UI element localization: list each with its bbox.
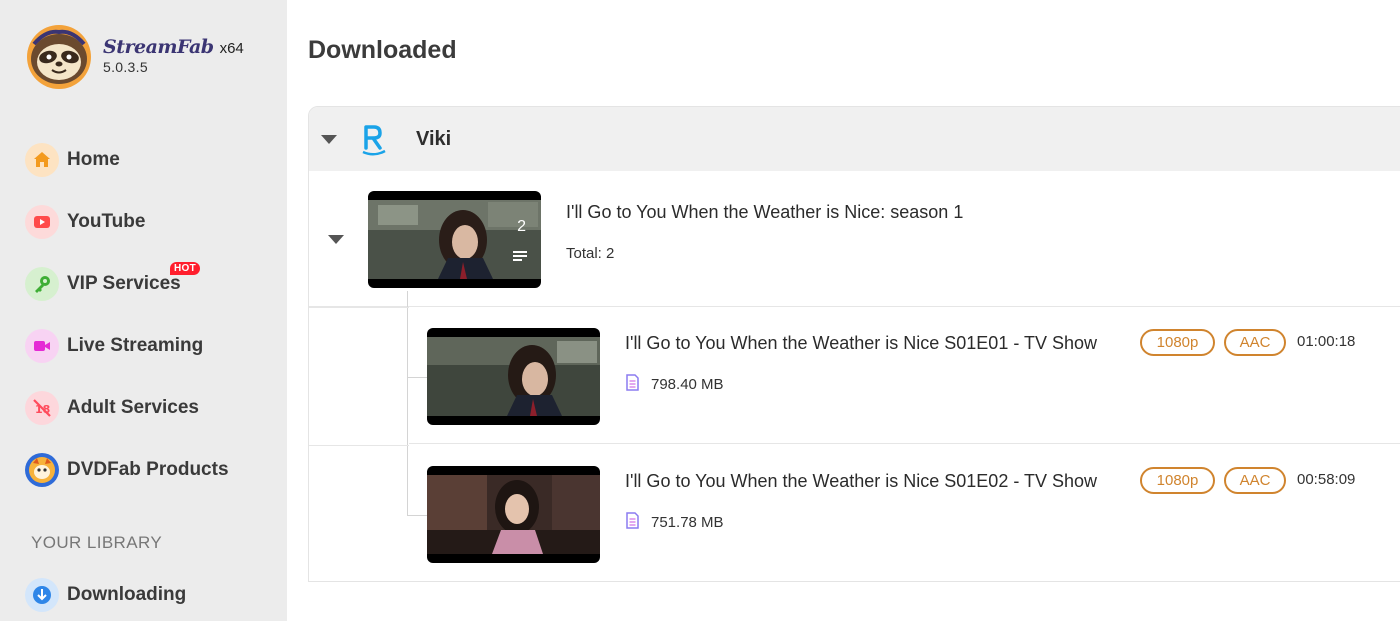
sidebar-item-label: YouTube (67, 211, 146, 232)
season-thumbnail[interactable]: 2 (368, 191, 541, 288)
key-icon (25, 267, 59, 301)
youtube-icon (25, 205, 59, 239)
sidebar: StreamFab x64 5.0.3.5 Home YouTube VIP S… (0, 0, 287, 621)
sidebar-item-adult-services[interactable]: 18 Adult Services (25, 388, 265, 428)
episode-row[interactable]: I'll Go to You When the Weather is Nice … (409, 307, 1400, 444)
episode-duration: 00:58:09 (1297, 471, 1356, 488)
hot-badge: HOT (170, 262, 201, 275)
page-title: Downloaded (308, 36, 457, 64)
season-title: I'll Go to You When the Weather is Nice:… (566, 202, 964, 222)
main-panel: Downloaded Viki 2 I'll Go to You When th… (287, 0, 1400, 621)
episode-duration: 01:00:18 (1297, 333, 1356, 350)
episode-thumbnail[interactable] (427, 328, 600, 425)
playlist-icon (513, 251, 527, 263)
row-divider (309, 307, 409, 308)
collapse-caret-icon[interactable] (328, 235, 344, 244)
sidebar-item-vip-services[interactable]: VIP Services HOT (25, 262, 265, 304)
season-row[interactable]: 2 I'll Go to You When the Weather is Nic… (309, 171, 1400, 307)
episode-file-size: 798.40 MB (651, 376, 724, 393)
episode-thumbnail[interactable] (427, 466, 600, 563)
tree-connector (407, 291, 408, 516)
downloaded-group-viki: Viki 2 I'll Go to You When the Weather i… (308, 106, 1400, 582)
viki-logo-icon (362, 124, 386, 156)
sidebar-item-label: DVDFab Products (67, 459, 229, 480)
brand: StreamFab x64 5.0.3.5 (26, 24, 244, 90)
episode-file-size: 751.78 MB (651, 514, 724, 531)
library-section-title: YOUR LIBRARY (31, 533, 163, 552)
sidebar-item-live-streaming[interactable]: Live Streaming (25, 326, 265, 366)
row-divider (309, 445, 409, 446)
group-header[interactable]: Viki (309, 107, 1400, 171)
season-total: Total: 2 (566, 245, 615, 262)
episode-row[interactable]: I'll Go to You When the Weather is Nice … (409, 445, 1400, 581)
episode-title: I'll Go to You When the Weather is Nice … (625, 471, 1098, 491)
collapse-caret-icon[interactable] (321, 135, 337, 144)
download-arrow-icon (25, 578, 59, 612)
streamfab-window: StreamFab x64 5.0.3.5 Home YouTube VIP S… (0, 0, 1400, 621)
sidebar-item-label: VIP Services (67, 273, 181, 294)
resolution-tag: 1080p (1140, 329, 1215, 356)
sidebar-item-label: Downloading (67, 584, 187, 605)
file-icon (626, 374, 639, 391)
resolution-tag: 1080p (1140, 467, 1215, 494)
video-camera-icon (25, 329, 59, 363)
adult-18-icon: 18 (25, 391, 59, 425)
home-icon (25, 143, 59, 177)
audio-tag: AAC (1224, 329, 1286, 356)
sidebar-item-label: Home (67, 149, 120, 170)
group-name: Viki (416, 128, 452, 150)
sidebar-item-dvdfab-products[interactable]: DVDFab Products (25, 450, 265, 490)
audio-tag: AAC (1224, 467, 1286, 494)
sidebar-item-label: Adult Services (67, 397, 199, 418)
season-episode-count: 2 (517, 218, 526, 235)
sidebar-item-downloading[interactable]: Downloading (25, 575, 265, 615)
file-icon (626, 512, 639, 529)
dvdfab-icon (25, 453, 59, 487)
app-name: StreamFab (103, 36, 214, 58)
episode-title: I'll Go to You When the Weather is Nice … (625, 333, 1098, 353)
sidebar-item-home[interactable]: Home (25, 140, 265, 180)
streamfab-sloth-logo-icon (26, 24, 92, 90)
app-arch: x64 (219, 40, 244, 57)
sidebar-item-label: Live Streaming (67, 335, 204, 356)
sidebar-item-youtube[interactable]: YouTube (25, 202, 265, 242)
app-version: 5.0.3.5 (103, 59, 148, 75)
